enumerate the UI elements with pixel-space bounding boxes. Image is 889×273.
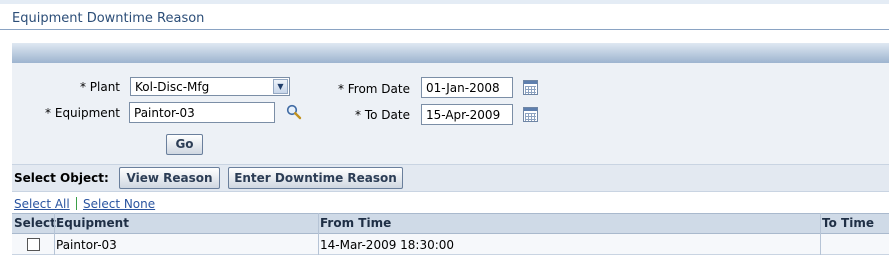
column-header-to-time: To Time (822, 216, 874, 230)
top-accent-line (0, 0, 889, 4)
chevron-down-icon[interactable]: ▼ (273, 79, 288, 94)
equipment-label-text: Equipment (54, 106, 120, 120)
select-object-label: Select Object: (14, 171, 109, 185)
title-divider (0, 29, 889, 30)
column-divider (54, 213, 55, 255)
calendar-icon-grid (525, 113, 536, 121)
row-from-time: 14-Mar-2009 18:30:00 (320, 238, 455, 252)
page-title: Equipment Downtime Reason (12, 11, 205, 26)
enter-downtime-reason-button[interactable]: Enter Downtime Reason (228, 167, 403, 189)
from-date-label-text: From Date (347, 82, 410, 96)
column-header-equipment: Equipment (56, 216, 129, 230)
column-header-from-time: From Time (320, 216, 392, 230)
view-reason-button[interactable]: View Reason (119, 167, 220, 189)
select-all-link[interactable]: Select All (14, 197, 70, 211)
column-divider (820, 213, 821, 255)
go-button[interactable]: Go (166, 134, 203, 155)
calendar-icon-band (524, 81, 537, 84)
calendar-icon-grid (525, 86, 536, 94)
required-marker: * (337, 82, 344, 96)
column-divider (318, 213, 319, 255)
to-date-label: * To Date (320, 108, 410, 122)
required-marker: * (355, 108, 362, 122)
row-select-checkbox[interactable] (27, 238, 40, 251)
calendar-icon[interactable] (523, 107, 538, 122)
calendar-icon[interactable] (523, 80, 538, 95)
link-separator (76, 197, 77, 210)
search-region-header-bar (12, 43, 889, 63)
select-none-link[interactable]: Select None (83, 197, 155, 211)
to-date-input[interactable] (421, 104, 513, 125)
equipment-input[interactable] (129, 102, 275, 123)
row-equipment: Paintor-03 (56, 238, 117, 252)
column-header-select: Select (14, 216, 56, 230)
plant-selected-value: Kol-Disc-Mfg (135, 80, 210, 94)
search-icon[interactable] (286, 104, 302, 120)
required-marker: * (45, 106, 52, 120)
plant-select[interactable]: Kol-Disc-Mfg ▼ (130, 77, 290, 96)
from-date-label: * From Date (320, 82, 410, 96)
equipment-label: * Equipment (30, 106, 120, 120)
table-header (12, 213, 889, 234)
calendar-icon-band (524, 108, 537, 111)
plant-label-text: Plant (89, 80, 120, 94)
to-date-label-text: To Date (364, 108, 410, 122)
from-date-input[interactable] (421, 77, 513, 98)
required-marker: * (79, 80, 86, 94)
plant-label: * Plant (60, 80, 120, 94)
